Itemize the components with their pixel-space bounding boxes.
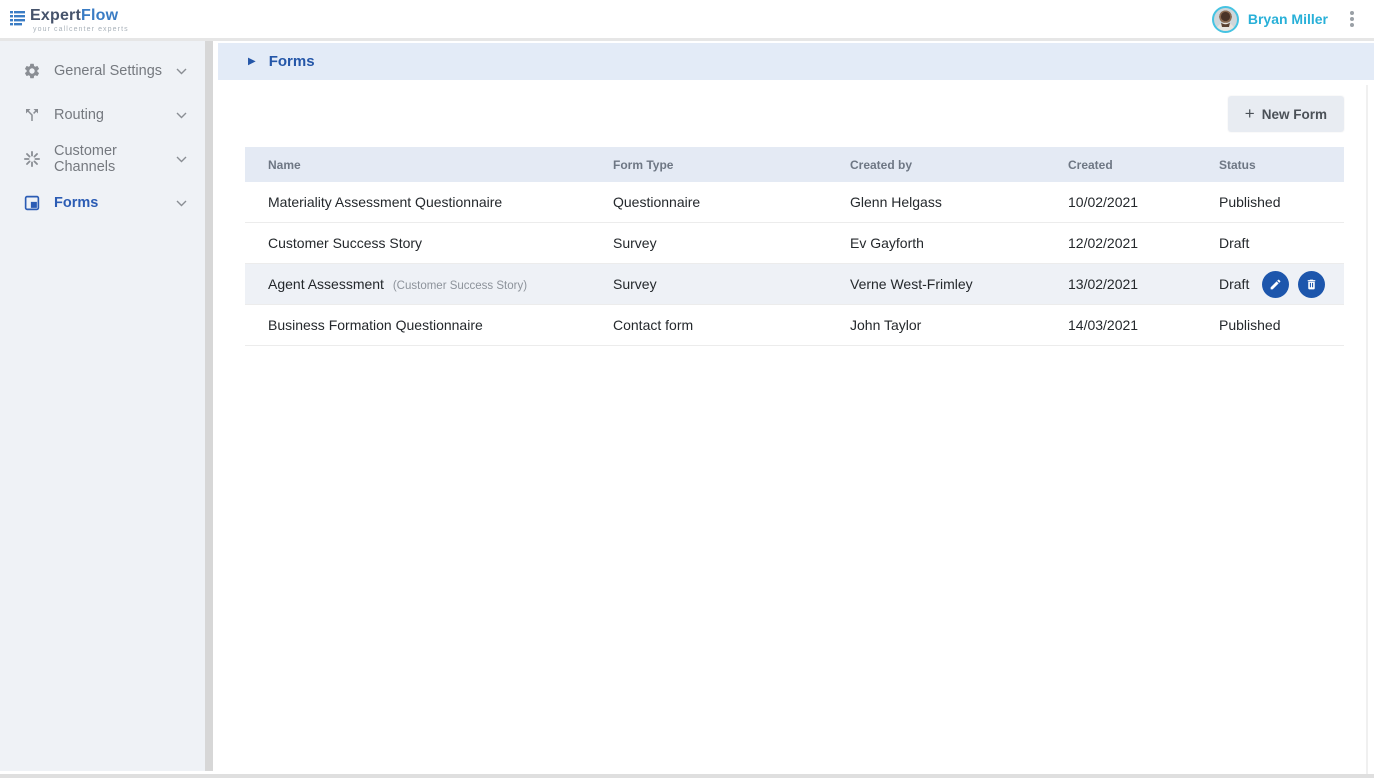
main-content: ▶ Forms + New Form Name Form Type Create… [213, 41, 1374, 771]
sidebar-item-routing[interactable]: Routing [0, 93, 205, 137]
main-scrollbar[interactable] [1366, 85, 1368, 778]
expertflow-logo-icon [10, 10, 26, 26]
brand-tagline: your callcenter experts [30, 26, 129, 33]
sidebar-item-label: Forms [54, 195, 176, 211]
sidebar-item-label: Customer Channels [54, 143, 176, 175]
trash-icon [1305, 278, 1318, 291]
delete-button[interactable] [1298, 271, 1325, 298]
pencil-icon [1269, 278, 1282, 291]
breadcrumb[interactable]: ▶ Forms [218, 43, 1374, 80]
app-body: General Settings Routing [0, 41, 1374, 771]
status-text: Published [1219, 317, 1281, 333]
forms-table: Name Form Type Created by Created Status… [245, 147, 1344, 346]
table-row[interactable]: Customer Success Story Survey Ev Gayfort… [245, 223, 1344, 264]
chevron-down-icon [176, 112, 187, 119]
cell-status: Draft [1196, 235, 1344, 251]
column-header-created[interactable]: Created [1045, 158, 1196, 172]
cell-form-type: Survey [590, 276, 827, 292]
cell-created: 12/02/2021 [1045, 235, 1196, 251]
app-logo[interactable]: ExpertFlow your callcenter experts [10, 6, 129, 33]
table-row[interactable]: Materiality Assessment Questionnaire Que… [245, 182, 1344, 223]
toolbar: + New Form [218, 80, 1374, 132]
triangle-right-icon: ▶ [248, 57, 256, 67]
sidebar-item-label: General Settings [54, 63, 176, 79]
edit-button[interactable] [1262, 271, 1289, 298]
channels-icon [22, 150, 41, 169]
status-text: Draft [1219, 235, 1249, 251]
cell-status: Published [1196, 317, 1344, 333]
brand-name: ExpertFlow [30, 8, 129, 24]
sidebar-item-forms[interactable]: Forms [0, 181, 205, 225]
chevron-down-icon [176, 200, 187, 207]
cell-created: 13/02/2021 [1045, 276, 1196, 292]
sidebar-item-label: Routing [54, 107, 176, 123]
new-form-button-label: New Form [1262, 107, 1327, 122]
chevron-down-icon [176, 68, 187, 75]
forms-icon [22, 194, 41, 213]
new-form-button[interactable]: + New Form [1228, 96, 1344, 132]
cell-created: 14/03/2021 [1045, 317, 1196, 333]
cell-created-by: John Taylor [827, 317, 1045, 333]
sidebar: General Settings Routing [0, 41, 205, 771]
table-header-row: Name Form Type Created by Created Status [245, 147, 1344, 182]
cell-name: Agent Assessment (Customer Success Story… [245, 276, 590, 292]
cell-created-by: Ev Gayforth [827, 235, 1045, 251]
plus-icon: + [1245, 105, 1255, 122]
gear-icon [22, 62, 41, 81]
user-menu-group: Bryan Miller [1212, 6, 1360, 33]
status-text: Draft [1219, 276, 1249, 292]
cell-created-by: Glenn Helgass [827, 194, 1045, 210]
name-note: (Customer Success Story) [393, 280, 527, 292]
user-name[interactable]: Bryan Miller [1248, 11, 1328, 27]
sidebar-item-general-settings[interactable]: General Settings [0, 49, 205, 93]
cell-form-type: Questionnaire [590, 194, 827, 210]
top-header: ExpertFlow your callcenter experts Bryan… [0, 0, 1374, 41]
kebab-menu-icon[interactable] [1344, 7, 1360, 31]
call-split-icon [22, 106, 41, 125]
row-actions [1262, 271, 1325, 298]
cell-name: Customer Success Story [245, 235, 590, 251]
table-row[interactable]: Agent Assessment (Customer Success Story… [245, 264, 1344, 305]
cell-status: Draft [1196, 271, 1344, 298]
avatar[interactable] [1212, 6, 1239, 33]
table-row[interactable]: Business Formation Questionnaire Contact… [245, 305, 1344, 346]
chevron-down-icon [176, 156, 187, 163]
column-header-name[interactable]: Name [245, 158, 590, 172]
column-header-created-by[interactable]: Created by [827, 158, 1045, 172]
sidebar-item-customer-channels[interactable]: Customer Channels [0, 137, 205, 181]
breadcrumb-label: Forms [269, 53, 315, 70]
cell-name: Business Formation Questionnaire [245, 317, 590, 333]
cell-created: 10/02/2021 [1045, 194, 1196, 210]
status-text: Published [1219, 194, 1281, 210]
cell-form-type: Contact form [590, 317, 827, 333]
cell-status: Published [1196, 194, 1344, 210]
column-header-status[interactable]: Status [1196, 158, 1344, 172]
cell-created-by: Verne West-Frimley [827, 276, 1045, 292]
window-bottom-scrollbar-track[interactable] [0, 774, 1374, 778]
cell-form-type: Survey [590, 235, 827, 251]
sidebar-scrollbar[interactable] [205, 41, 213, 771]
cell-name: Materiality Assessment Questionnaire [245, 194, 590, 210]
column-header-form-type[interactable]: Form Type [590, 158, 827, 172]
